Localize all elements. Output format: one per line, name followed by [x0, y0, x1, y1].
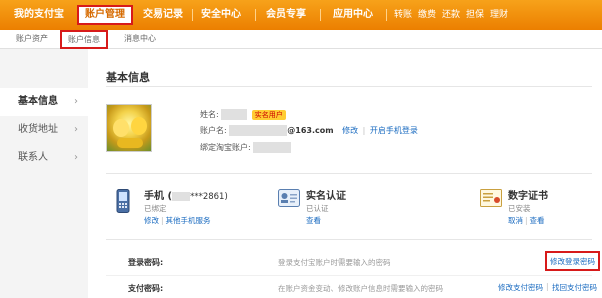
- nav-my-alipay[interactable]: 我的支付宝: [14, 0, 64, 30]
- taobao-label: 绑定淘宝账户:: [200, 143, 251, 152]
- account-masked: [229, 125, 288, 136]
- subnav-messages[interactable]: 消息中心: [124, 30, 156, 48]
- chevron-right-icon: ›: [74, 96, 78, 107]
- nav-security[interactable]: 安全中心: [201, 0, 241, 30]
- cert-view-link[interactable]: 查看: [530, 216, 545, 225]
- login-password-desc: 登录支付宝账户时需要输入的密码: [278, 258, 391, 267]
- avatar[interactable]: [106, 104, 152, 152]
- quick-link-transfer[interactable]: 转账: [394, 0, 412, 30]
- quick-link-repay[interactable]: 还款: [442, 0, 460, 30]
- modify-account-link[interactable]: 修改: [342, 126, 358, 135]
- cert-status: 已安装: [508, 204, 531, 213]
- sidebar-item-label: 基本信息: [18, 96, 58, 107]
- quick-link-finance[interactable]: 理财: [490, 0, 508, 30]
- account-label: 账户名:: [200, 126, 227, 135]
- phone-modify-link[interactable]: 修改: [144, 216, 159, 225]
- name-masked: [221, 109, 248, 120]
- name-label: 姓名:: [200, 110, 219, 119]
- phone-status: 已绑定: [144, 204, 167, 213]
- nav-apps[interactable]: 应用中心: [333, 0, 373, 30]
- nav-divider: [255, 9, 256, 21]
- taobao-masked: [253, 142, 292, 153]
- cert-cancel-link[interactable]: 取消: [508, 216, 523, 225]
- account-row: 账户名: @163.com 修改 | 开启手机登录: [200, 125, 418, 136]
- phone-icon: [116, 189, 130, 216]
- login-password-row: 登录密码: 登录支付宝账户时需要输入的密码 修改登录密码: [88, 251, 602, 275]
- main-panel: 基本信息 姓名: 实名用户 账户名: @163.com 修改 | 开启手机登录 …: [88, 49, 602, 298]
- enable-phone-login-link[interactable]: 开启手机登录: [370, 126, 418, 135]
- id-card-icon: [278, 189, 300, 210]
- subnav-assets[interactable]: 账户资产: [16, 30, 48, 48]
- login-password-label: 登录密码:: [128, 258, 164, 267]
- cert-title: 数字证书: [508, 191, 548, 202]
- nav-account-mgmt[interactable]: 账户管理: [77, 5, 133, 25]
- pay-password-desc: 在账户资金变动、修改账户信息时需要输入的密码: [278, 284, 443, 293]
- phone-card: 手机 ( ***2861) 已绑定 修改 | 其他手机服务: [116, 187, 256, 227]
- sidebar-item-basic-info[interactable]: 基本信息 ›: [0, 88, 88, 116]
- phone-title-label: 手机 (: [144, 191, 173, 202]
- taobao-row: 绑定淘宝账户:: [200, 142, 292, 153]
- modify-pay-password-link[interactable]: 修改支付密码: [498, 282, 543, 293]
- page-title: 基本信息: [106, 71, 150, 84]
- avatar-flowers: [117, 138, 143, 148]
- recover-pay-password-link[interactable]: 找回支付密码: [552, 282, 597, 293]
- cert-links: 取消 | 查看: [508, 216, 545, 225]
- sub-nav: 账户资产 账户信息 消息中心: [0, 30, 602, 49]
- sidebar-item-address[interactable]: 收货地址 ›: [0, 116, 88, 144]
- avatar-chick: [131, 117, 147, 135]
- pay-password-label: 支付密码:: [128, 284, 164, 293]
- pay-password-row: 支付密码: 在账户资金变动、修改账户信息时需要输入的密码 修改支付密码 | 找回…: [88, 277, 602, 298]
- certificate-icon: [480, 189, 502, 210]
- subnav-info[interactable]: 账户信息: [60, 30, 108, 49]
- sidebar: 基本信息 › 收货地址 › 联系人 ›: [0, 60, 88, 298]
- realname-status: 已认证: [306, 204, 329, 213]
- phone-links: 修改 | 其他手机服务: [144, 216, 211, 225]
- sidebar-item-label: 收货地址: [18, 124, 58, 135]
- divider: [106, 239, 592, 240]
- name-row: 姓名: 实名用户: [200, 109, 286, 120]
- phone-masked: [172, 191, 191, 201]
- quick-link-guarantee[interactable]: 担保: [466, 0, 484, 30]
- quick-link-payment[interactable]: 缴费: [418, 0, 436, 30]
- realname-card: 实名认证 已认证 查看: [278, 187, 408, 227]
- account-suffix: @163.com: [287, 126, 334, 135]
- divider: [106, 275, 592, 276]
- nav-divider: [192, 9, 193, 21]
- chevron-right-icon: ›: [74, 124, 78, 135]
- realname-links: 查看: [306, 215, 321, 226]
- phone-number: ***2861): [190, 192, 228, 202]
- phone-title: 手机 ( ***2861): [144, 187, 228, 202]
- nav-transactions[interactable]: 交易记录: [143, 0, 183, 30]
- divider: [106, 86, 592, 87]
- nav-divider: [386, 9, 387, 21]
- nav-divider: [320, 9, 321, 21]
- chevron-right-icon: ›: [74, 152, 78, 163]
- phone-other-services-link[interactable]: 其他手机服务: [166, 216, 211, 225]
- realname-badge: 实名用户: [251, 109, 286, 120]
- subnav-info-label: 账户信息: [68, 35, 100, 44]
- avatar-chick: [113, 119, 129, 137]
- link-separator: |: [546, 282, 549, 291]
- sidebar-item-label: 联系人: [18, 152, 48, 163]
- divider: [106, 173, 592, 174]
- sidebar-item-contacts[interactable]: 联系人 ›: [0, 144, 88, 172]
- cert-card: 数字证书 已安装 取消 | 查看: [480, 187, 600, 227]
- top-nav: 我的支付宝 账户管理 交易记录 安全中心 会员专享 应用中心 转账 缴费 还款 …: [0, 0, 602, 30]
- nav-account-mgmt-label: 账户管理: [85, 9, 125, 20]
- nav-vip[interactable]: 会员专享: [266, 0, 306, 30]
- realname-title: 实名认证: [306, 191, 346, 202]
- realname-view-link[interactable]: 查看: [306, 216, 321, 225]
- highlight-box: [545, 251, 600, 271]
